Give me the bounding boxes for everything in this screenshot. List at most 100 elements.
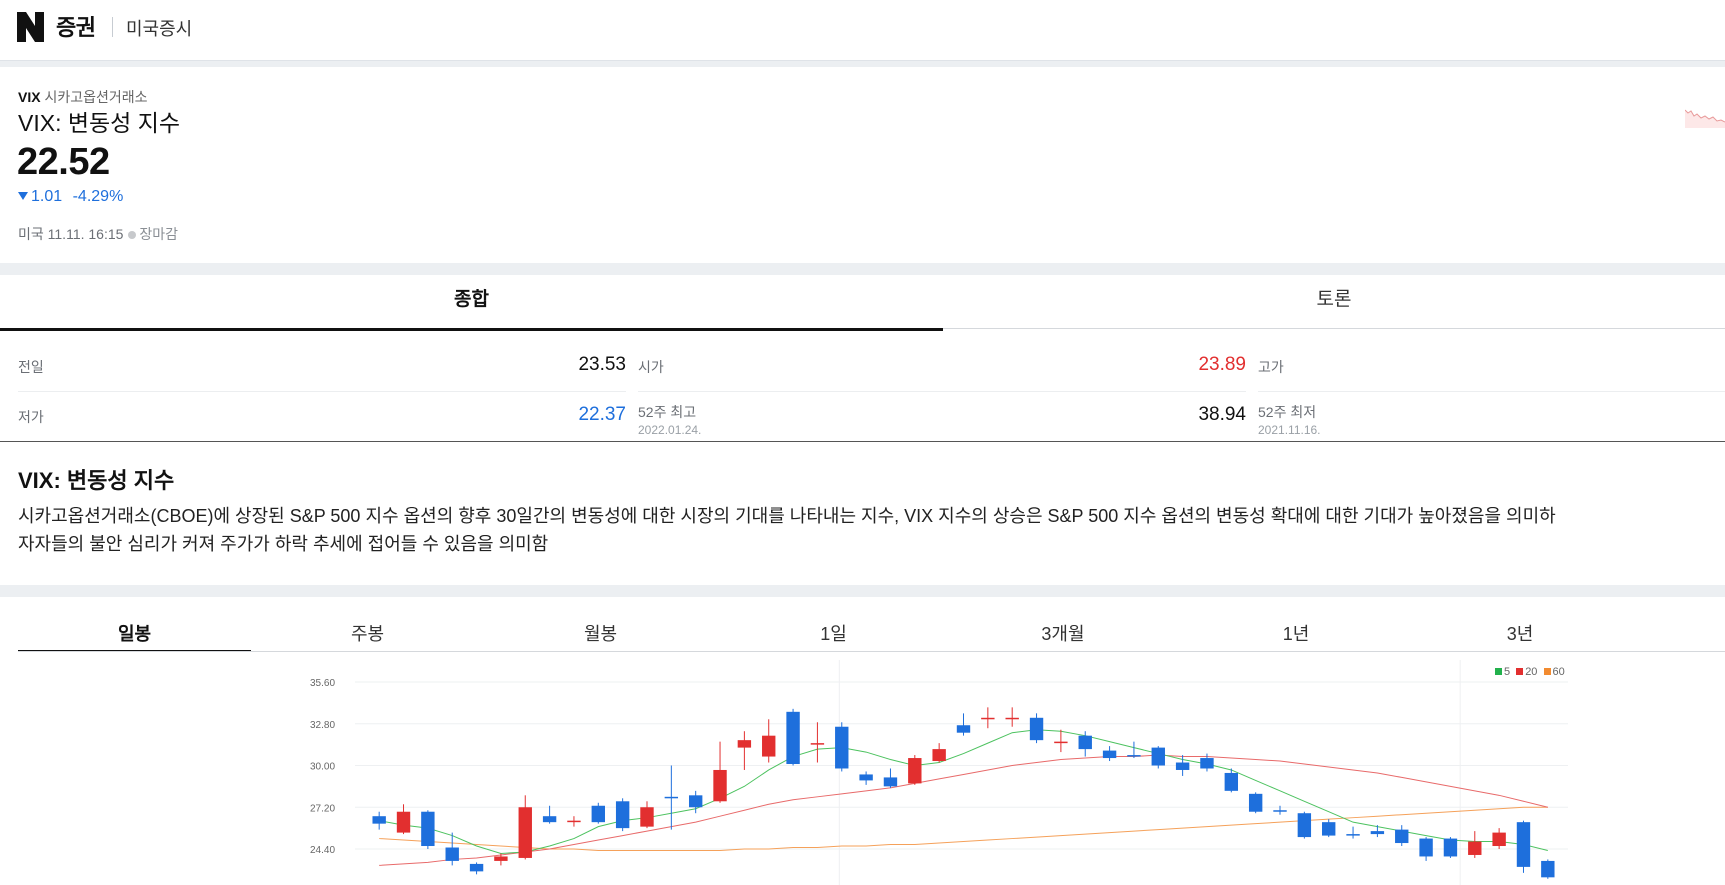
candle-body <box>688 795 703 808</box>
change-percent: -4.29% <box>72 188 124 205</box>
ma5-line <box>379 729 1548 854</box>
candle-body <box>956 725 971 733</box>
high-label: 고가 <box>1258 359 1284 375</box>
candle-body <box>981 717 995 720</box>
low52-date: 2021.11.16. <box>1258 423 1321 437</box>
mini-sparkline <box>1685 109 1725 128</box>
candle-body <box>1151 747 1165 766</box>
candle-body <box>1443 838 1458 857</box>
high52-date: 2022.01.24. <box>638 423 702 437</box>
candle-body <box>1297 813 1312 838</box>
candle-body <box>932 749 946 762</box>
candle-body <box>810 743 825 745</box>
low-label: 저가 <box>18 409 44 425</box>
candle-body <box>1078 735 1092 750</box>
section-title[interactable]: 미국증시 <box>126 15 192 41</box>
candle-body <box>1370 831 1385 835</box>
description-text: 시카고옵션거래소(CBOE)에 상장된 S&P 500 지수 옵션의 향후 30… <box>18 502 1718 558</box>
naver-logo-icon[interactable] <box>17 12 44 42</box>
candle-body <box>1127 755 1141 757</box>
period-tab-monthly[interactable]: 월봉 <box>484 620 717 650</box>
candle-body <box>1541 860 1555 878</box>
candle-body <box>445 847 459 861</box>
change-amount: 1.01 <box>31 188 63 205</box>
candle-body <box>396 811 411 833</box>
candle-body <box>1419 838 1433 857</box>
high52-label: 52주 최고 2022.01.24. <box>638 402 701 437</box>
y-tick-label: 32.80 <box>310 720 335 731</box>
prev-close-label: 전일 <box>18 359 44 375</box>
brand-title[interactable]: 증권 <box>56 10 96 42</box>
candle-body <box>1346 834 1360 836</box>
candle-body <box>1005 717 1019 720</box>
candle-body <box>859 774 873 781</box>
candle-body <box>1322 822 1336 836</box>
row-divider <box>1258 391 1725 392</box>
candle-body <box>1248 793 1263 812</box>
y-tick-label: 27.20 <box>310 803 335 814</box>
candle-body <box>1468 841 1482 855</box>
candle-body <box>469 863 484 872</box>
candle-body <box>1175 762 1190 770</box>
low52-label: 52주 최저 2021.11.16. <box>1258 402 1321 437</box>
y-tick-label: 35.60 <box>310 678 335 689</box>
candle-body <box>1102 750 1117 759</box>
period-tab-1day[interactable]: 1일 <box>717 620 950 650</box>
candle-body <box>786 711 800 765</box>
candle-body <box>372 816 386 824</box>
candle-body <box>1029 717 1044 741</box>
open-value: 23.89 <box>1198 354 1246 375</box>
row-divider <box>18 391 626 392</box>
open-label: 시가 <box>638 359 664 375</box>
candle-body <box>835 726 849 769</box>
tab-summary[interactable]: 종합 <box>0 275 943 331</box>
candle-body <box>1200 758 1214 769</box>
candlestick-chart[interactable]: 35.60 32.80 30.00 27.20 24.40 <box>300 660 1580 885</box>
period-tab-daily[interactable]: 일봉 <box>18 620 251 652</box>
ticker-symbol: VIX <box>18 89 41 105</box>
index-title: VIX: 변동성 지수 <box>18 110 181 136</box>
top-bar: 증권 미국증시 <box>0 0 1725 61</box>
current-price: 22.52 <box>17 141 110 183</box>
price-change: 1.01 -4.29% <box>18 188 123 206</box>
period-tab-weekly[interactable]: 주봉 <box>251 620 484 650</box>
header-divider <box>112 17 113 37</box>
candle-body <box>518 807 532 858</box>
period-tab-1year[interactable]: 1년 <box>1176 620 1416 650</box>
period-tab-3month[interactable]: 3개월 <box>950 620 1176 650</box>
market-status: 장마감 <box>139 226 179 242</box>
timestamp: 미국 11.11. 16:15 <box>18 226 124 242</box>
candle-body <box>567 820 581 823</box>
period-tabs-underline <box>18 651 1725 652</box>
candle-body <box>664 796 679 799</box>
description-title: VIX: 변동성 지수 <box>18 468 175 493</box>
exchange-name: 시카고옵션거래소 <box>44 89 148 105</box>
description-line: 자자들의 불안 심리가 커져 주가가 하락 추세에 접어들 수 있음을 의미함 <box>18 534 549 554</box>
candle-body <box>494 856 508 861</box>
candle-body <box>908 758 922 784</box>
period-tab-3year[interactable]: 3년 <box>1400 620 1640 650</box>
candle-body <box>1492 832 1506 847</box>
candle-body <box>1395 829 1409 844</box>
candle-body <box>883 777 898 787</box>
section-divider <box>0 263 1725 275</box>
low-value: 22.37 <box>578 404 626 425</box>
candle-body <box>1273 810 1287 812</box>
status-dot-icon <box>128 231 137 239</box>
market-time: 미국 11.11. 16:15 장마감 <box>18 224 178 244</box>
down-triangle-icon <box>18 192 28 200</box>
candle-body <box>1516 822 1531 867</box>
candle-body <box>1054 741 1068 744</box>
candle-body <box>640 807 654 827</box>
y-tick-label: 24.40 <box>310 845 335 856</box>
tab-discussion[interactable]: 토론 <box>943 275 1725 329</box>
high52-value: 38.94 <box>1198 404 1246 425</box>
prev-close-value: 23.53 <box>578 354 626 375</box>
candle-body <box>1224 772 1239 791</box>
candle-body <box>713 769 727 802</box>
candle-body <box>591 805 605 823</box>
candle-body <box>421 811 435 847</box>
high52-label-text: 52주 최고 <box>638 404 697 420</box>
description-line: 시카고옵션거래소(CBOE)에 상장된 S&P 500 지수 옵션의 향후 30… <box>18 506 1556 526</box>
y-tick-label: 30.00 <box>310 762 335 773</box>
